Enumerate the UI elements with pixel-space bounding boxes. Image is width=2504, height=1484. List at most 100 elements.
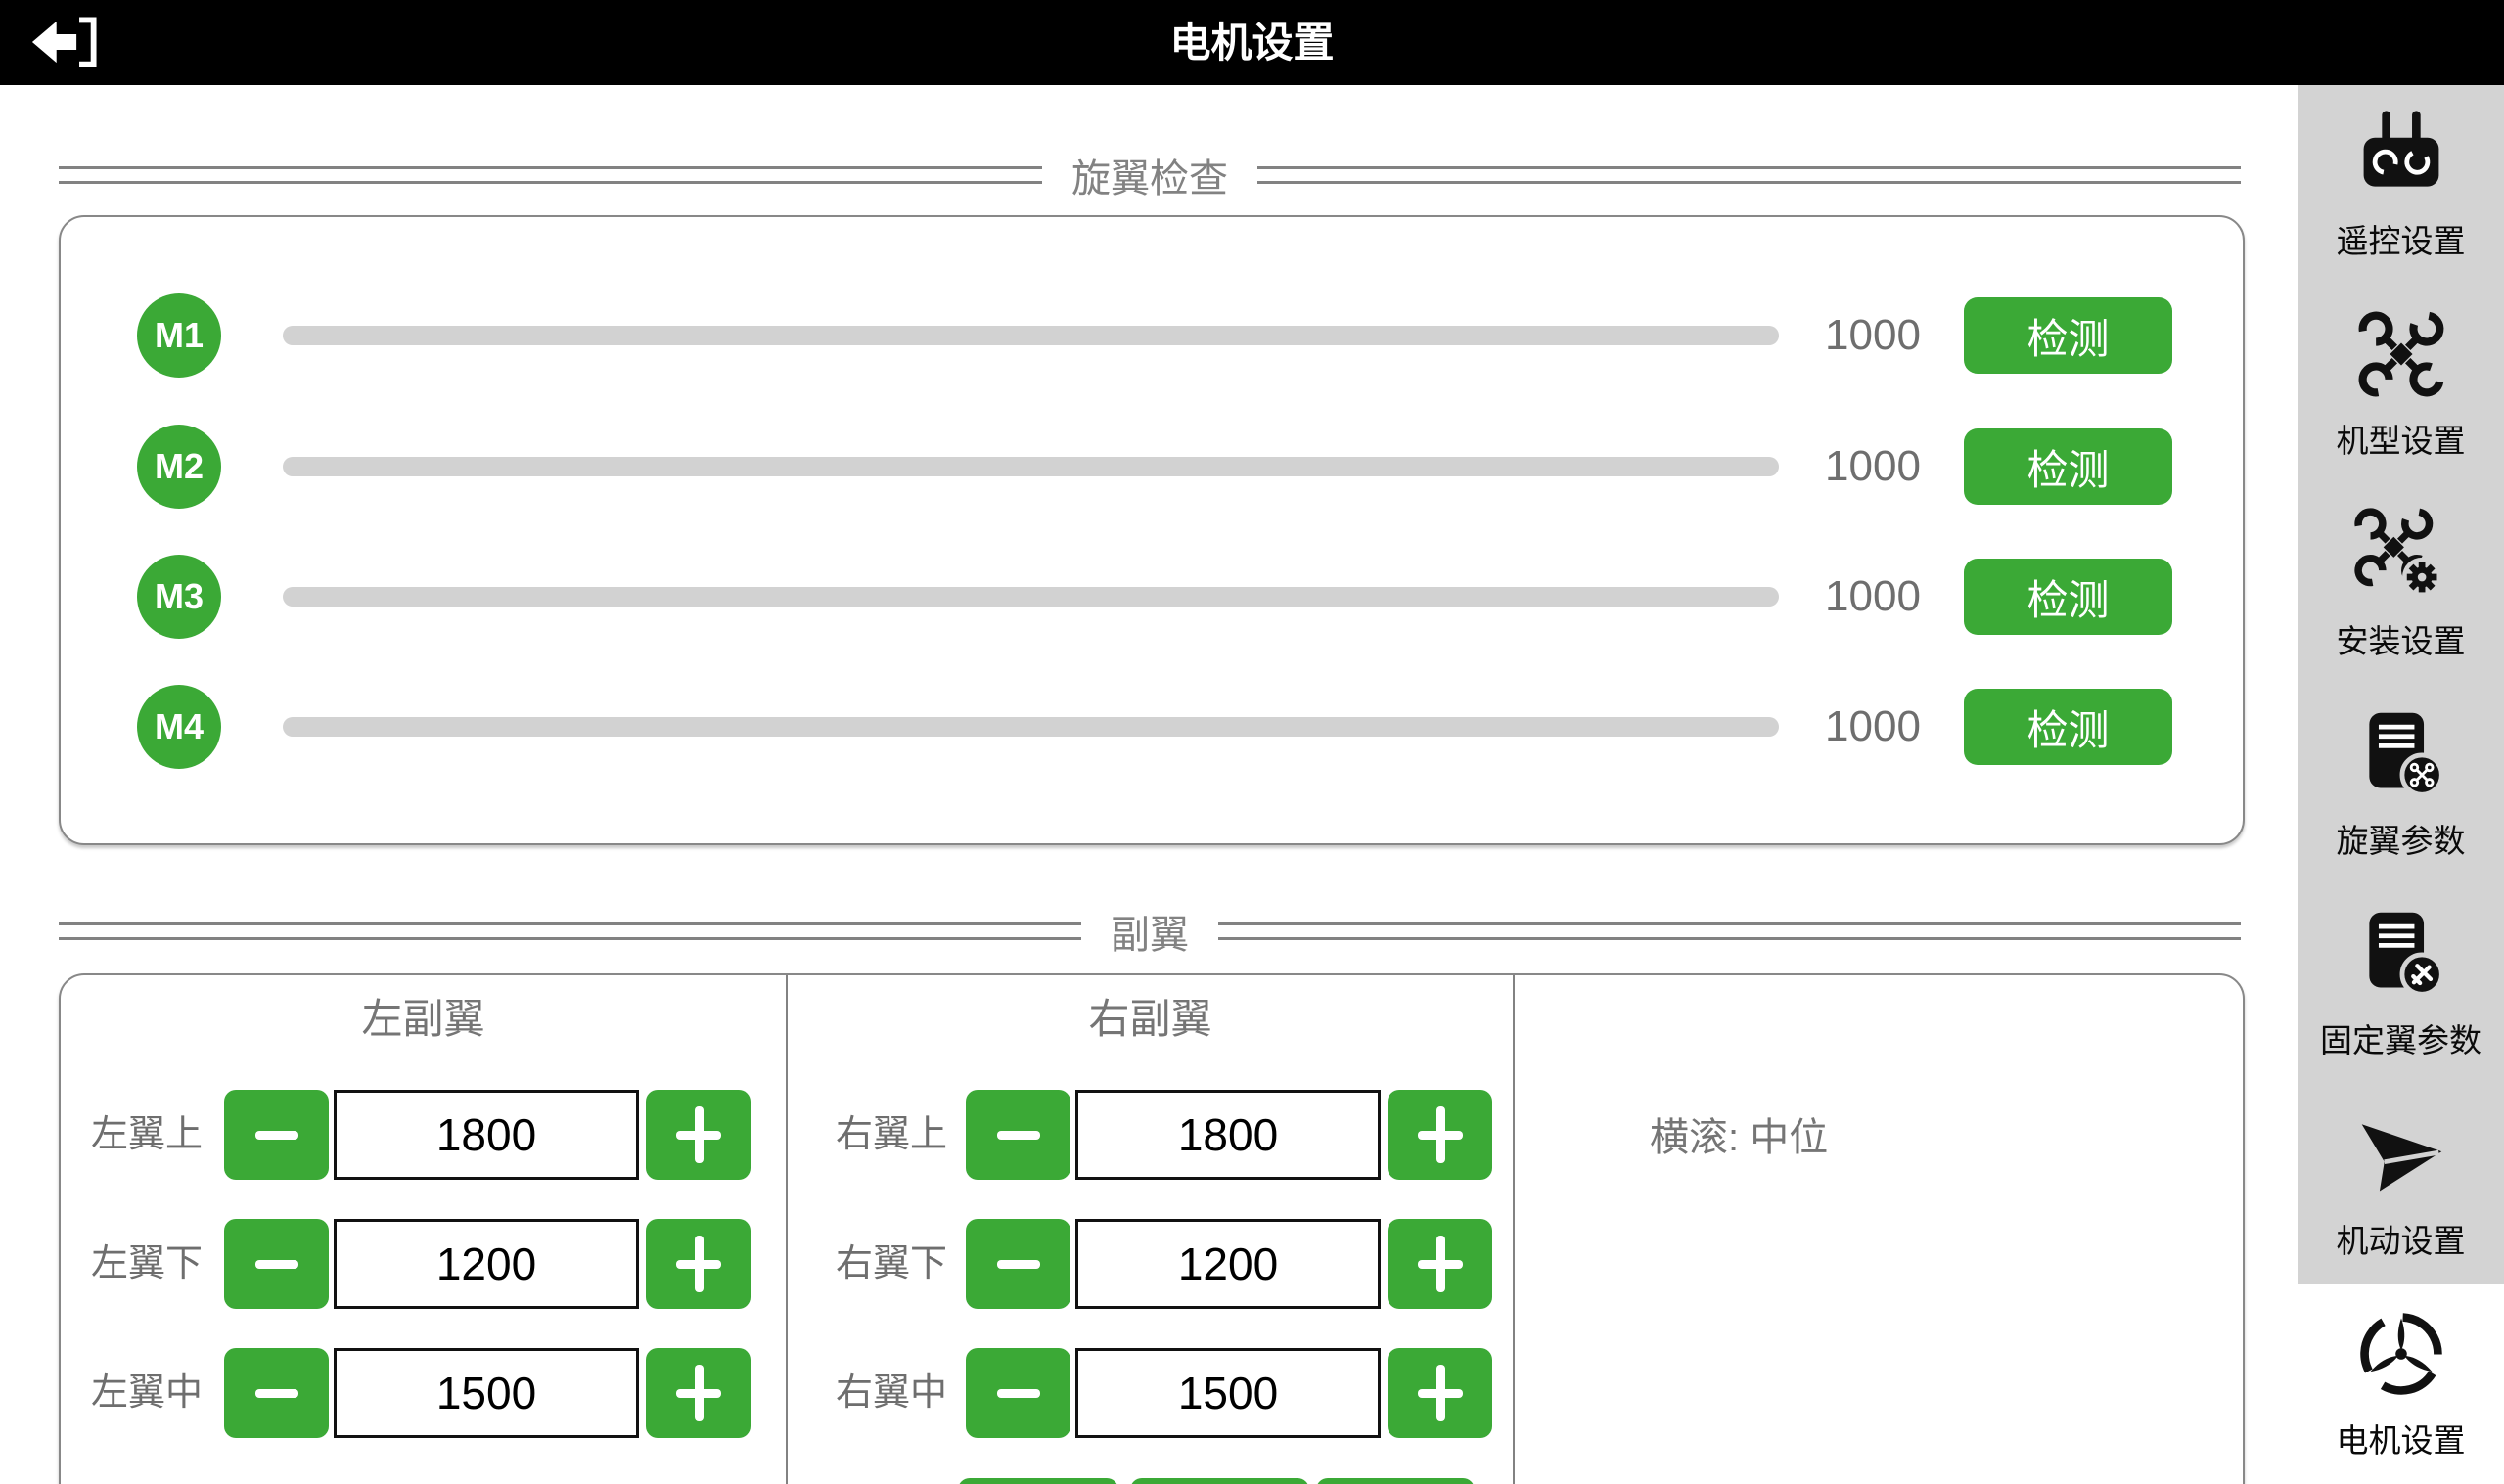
motor-slider[interactable] (283, 587, 1779, 607)
sidebar-item-label: 安装设置 (2337, 615, 2466, 662)
quadcopter-gear-icon (2354, 508, 2448, 602)
sidebar-item-label: 固定翼参数 (2320, 1014, 2481, 1061)
minus-icon (255, 1131, 298, 1140)
sidebar-item-motor-settings[interactable]: 电机设置 (2298, 1284, 2504, 1484)
row-label: 右翼下 (804, 1219, 947, 1309)
row-label: 左翼中 (61, 1348, 203, 1438)
row-label: 左翼上 (61, 1090, 203, 1180)
sidebar-item-rotor-params[interactable]: 旋翼参数 (2298, 685, 2504, 884)
sidebar: 遥控设置 机型设置 (2298, 85, 2504, 1484)
plus-icon (1416, 1105, 1465, 1164)
aileron-row: 左翼下 右翼下 (61, 1219, 2243, 1309)
minus-icon (255, 1389, 298, 1398)
sidebar-item-install-settings[interactable]: 安装设置 (2298, 485, 2504, 685)
motor-row: M1 1000 检测 (61, 291, 2243, 381)
motor-slider[interactable] (283, 457, 1779, 476)
motor-slider[interactable] (283, 717, 1779, 737)
motor-value: 1000 (1785, 552, 1961, 642)
value-input[interactable] (1075, 1348, 1381, 1438)
minus-button[interactable] (966, 1090, 1070, 1180)
rotor-check-panel: M1 1000 检测 M2 1000 检测 M3 1000 检测 M4 1000… (59, 215, 2245, 845)
motor-row: M4 1000 检测 (61, 682, 2243, 772)
section-header-aileron: 副翼 (59, 910, 2241, 953)
motor-badge: M3 (137, 555, 221, 639)
aileron-row: 左翼中 右翼中 (61, 1348, 2243, 1438)
topbar: 电机设置 (0, 0, 2504, 85)
back-button[interactable] (29, 16, 98, 70)
value-input[interactable] (1075, 1090, 1381, 1180)
plus-button[interactable] (1388, 1090, 1492, 1180)
plus-button[interactable] (646, 1090, 751, 1180)
sidebar-item-label: 遥控设置 (2337, 215, 2466, 262)
section-header-rotor-check: 旋翼检查 (59, 154, 2241, 197)
rc-transmitter-icon (2354, 108, 2448, 202)
row-label: 左翼下 (61, 1219, 203, 1309)
sidebar-item-label: 机型设置 (2337, 415, 2466, 462)
detect-button[interactable]: 检测 (1964, 428, 2172, 505)
minus-icon (997, 1260, 1040, 1269)
divider-line (1218, 922, 2241, 940)
paper-plane-icon (2354, 1107, 2448, 1201)
motor-row: M2 1000 检测 (61, 422, 2243, 512)
section-title: 旋翼检查 (1071, 147, 1228, 203)
plus-icon (1416, 1364, 1465, 1422)
value-input[interactable] (1075, 1219, 1381, 1309)
divider-line (59, 166, 1042, 184)
motor-slider[interactable] (283, 326, 1779, 345)
sidebar-item-label: 旋翼参数 (2337, 815, 2466, 862)
minus-icon (997, 1131, 1040, 1140)
divider-line (59, 922, 1081, 940)
detect-button[interactable]: 检测 (1964, 689, 2172, 765)
sidebar-item-model-settings[interactable]: 机型设置 (2298, 285, 2504, 484)
sidebar-item-label: 电机设置 (2337, 1415, 2466, 1462)
aileron-panel: 左副翼 右副翼 左翼上 右翼上 左翼下 右翼下 左翼中 (59, 973, 2245, 1484)
plus-icon (1416, 1235, 1465, 1293)
sidebar-item-fixedwing-params[interactable]: 固定翼参数 (2298, 884, 2504, 1084)
motor-settings-screen: 电机设置 旋翼检查 M1 1000 检测 M2 1000 检测 M3 (0, 0, 2504, 1484)
minus-button[interactable] (966, 1348, 1070, 1438)
minus-icon (255, 1260, 298, 1269)
detect-button[interactable]: 检测 (1964, 297, 2172, 374)
plus-button[interactable] (646, 1219, 751, 1309)
aileron-extra-button[interactable] (1130, 1478, 1309, 1484)
divider-line (1257, 166, 2241, 184)
sidebar-item-remote-settings[interactable]: 遥控设置 (2298, 85, 2504, 285)
minus-button[interactable] (224, 1348, 329, 1438)
plus-icon (674, 1105, 723, 1164)
row-label: 右翼中 (804, 1348, 947, 1438)
minus-button[interactable] (966, 1219, 1070, 1309)
rotor-params-doc-icon (2354, 707, 2448, 801)
left-aileron-title: 左副翼 (61, 998, 786, 1041)
plus-icon (674, 1235, 723, 1293)
row-label: 右翼上 (804, 1090, 947, 1180)
motor-badge: M2 (137, 425, 221, 509)
motor-value: 1000 (1785, 682, 1961, 772)
minus-button[interactable] (224, 1090, 329, 1180)
right-aileron-title: 右副翼 (788, 998, 1513, 1041)
motor-badge: M4 (137, 685, 221, 769)
plus-icon (674, 1364, 723, 1422)
section-title: 副翼 (1111, 903, 1189, 960)
plus-button[interactable] (1388, 1348, 1492, 1438)
fixedwing-params-doc-icon (2354, 907, 2448, 1001)
aileron-extra-button[interactable] (958, 1478, 1118, 1484)
value-input[interactable] (334, 1090, 639, 1180)
aileron-extra-button[interactable] (1316, 1478, 1475, 1484)
sidebar-item-maneuver-settings[interactable]: 机动设置 (2298, 1084, 2504, 1283)
roll-status-text: 横滚: 中位 (1650, 1105, 1828, 1162)
sidebar-item-label: 机动设置 (2337, 1215, 2466, 1262)
back-icon (29, 16, 98, 68)
propeller-icon (2354, 1307, 2448, 1401)
plus-button[interactable] (646, 1348, 751, 1438)
plus-button[interactable] (1388, 1219, 1492, 1309)
value-input[interactable] (334, 1219, 639, 1309)
aileron-row: 左翼上 右翼上 (61, 1090, 2243, 1180)
quadcopter-icon (2354, 307, 2448, 401)
value-input[interactable] (334, 1348, 639, 1438)
page-title: 电机设置 (0, 0, 2504, 85)
minus-button[interactable] (224, 1219, 329, 1309)
motor-badge: M1 (137, 293, 221, 378)
detect-button[interactable]: 检测 (1964, 559, 2172, 635)
motor-value: 1000 (1785, 422, 1961, 512)
motor-row: M3 1000 检测 (61, 552, 2243, 642)
